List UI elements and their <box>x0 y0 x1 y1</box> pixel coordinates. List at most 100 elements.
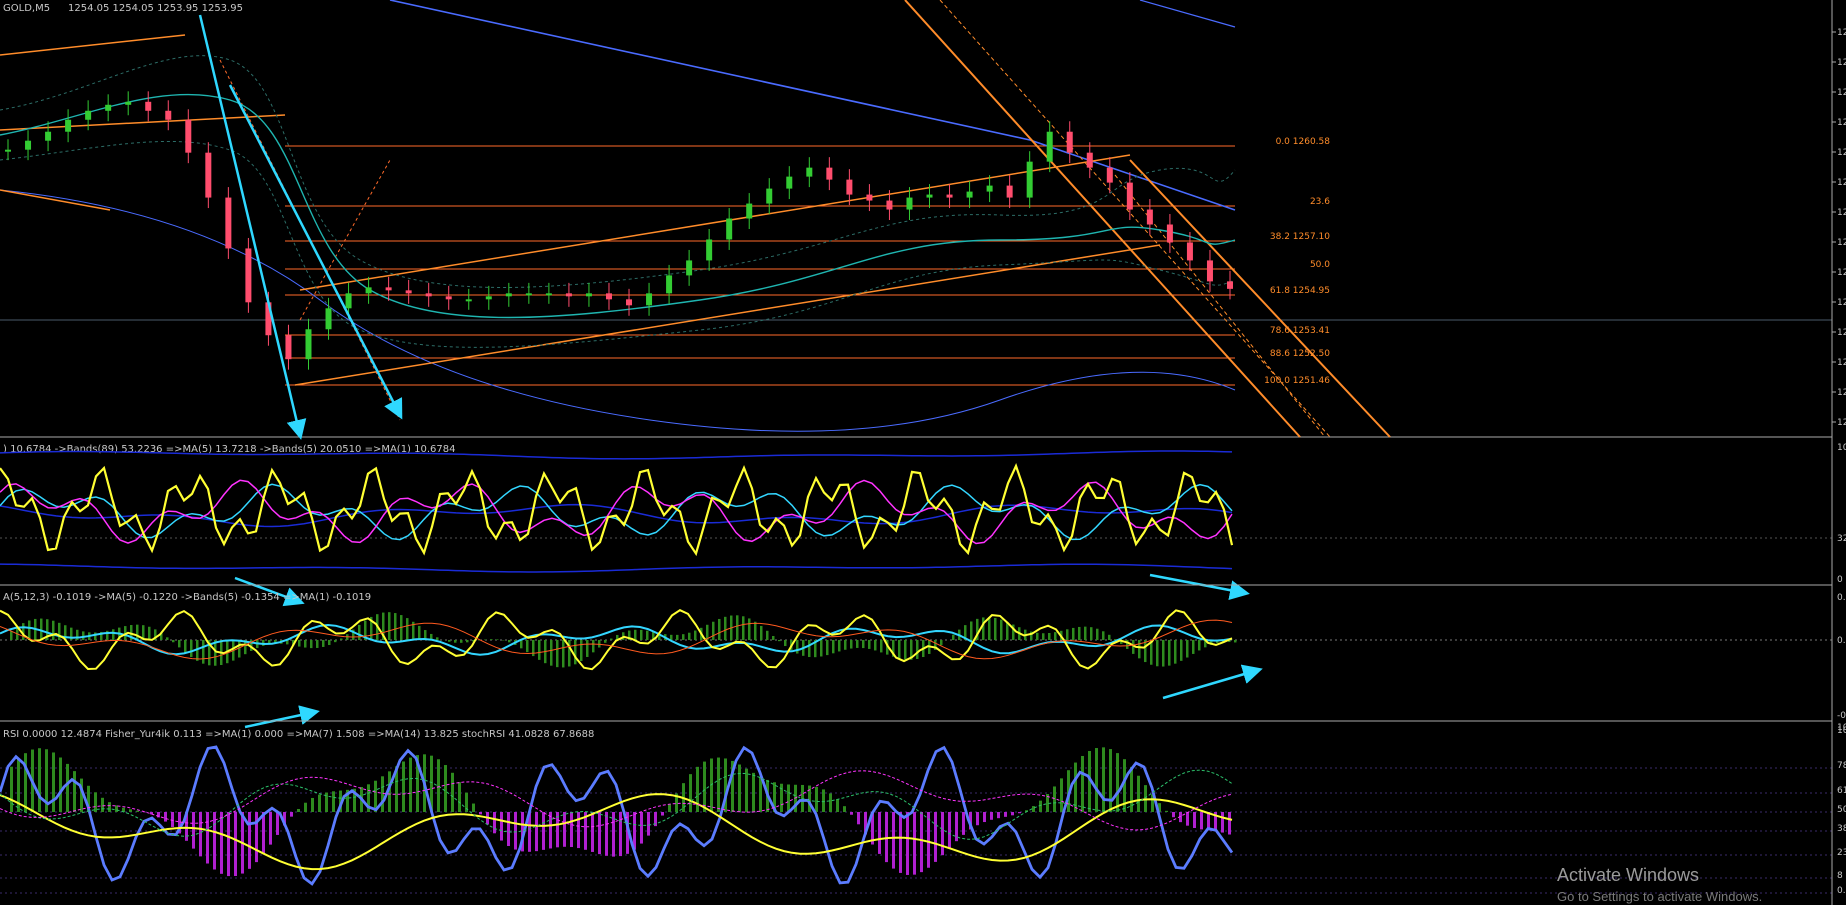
histogram-bar <box>856 640 859 648</box>
divergence-arrow[interactable] <box>1162 664 1263 700</box>
fisher-histogram-bar <box>647 812 650 836</box>
fisher-histogram-bar <box>1081 755 1084 812</box>
fisher-histogram-bar <box>171 812 174 827</box>
fisher-histogram-bar <box>458 782 461 812</box>
symbol-label: GOLD,M5 <box>3 3 50 14</box>
candle-body <box>85 110 92 120</box>
candle-body <box>545 293 552 296</box>
fisher-histogram-bar <box>269 812 272 845</box>
fisher-histogram-bar <box>234 812 237 877</box>
fisher-histogram-bar <box>920 812 923 873</box>
candle-body <box>806 167 813 177</box>
fisher-histogram-bar <box>1193 812 1196 828</box>
histogram-bar <box>136 624 139 640</box>
candle-body <box>525 293 532 296</box>
long-ma-line[interactable] <box>1139 0 1236 28</box>
trend-line[interactable] <box>0 189 111 211</box>
candle-body <box>706 239 713 261</box>
trend-line[interactable] <box>294 244 1161 386</box>
trend-line[interactable] <box>1114 174 1326 438</box>
fib-label: 61.8 1254.95 <box>1270 286 1330 296</box>
divergence-arrow[interactable] <box>244 705 320 729</box>
histogram-bar <box>526 640 529 653</box>
candle-body <box>105 104 112 111</box>
fisher-histogram-bar <box>1011 812 1014 816</box>
fisher-histogram-bar <box>1172 812 1175 818</box>
trend-line[interactable] <box>904 0 1301 438</box>
trend-line[interactable] <box>1129 159 1391 438</box>
fib-label: 23.6 <box>1310 197 1330 207</box>
fib-label: 0.0 1260.58 <box>1276 137 1331 147</box>
histogram-bar <box>178 640 181 648</box>
price-axis-label: 125 <box>1837 208 1846 218</box>
band-lower <box>0 140 1236 348</box>
trend-line[interactable] <box>0 34 186 56</box>
histogram-bar <box>988 617 991 640</box>
fisher-histogram-bar <box>108 802 111 812</box>
histogram-bar <box>316 640 319 648</box>
histogram-bar <box>1090 627 1093 640</box>
fisher-histogram-bar <box>892 812 895 869</box>
oscillator-panel[interactable]: ) 10.6784 ->Bands(89) 53.2236 =>MA(5) 13… <box>0 443 1846 586</box>
histogram-bar <box>148 626 151 640</box>
fisher-histogram-bar <box>1137 775 1140 812</box>
down-arrow[interactable] <box>198 14 307 440</box>
histogram-bar <box>880 640 883 653</box>
histogram-bar <box>310 640 313 649</box>
candle-body <box>1026 161 1033 198</box>
fisher-histogram-bar <box>668 804 671 812</box>
fisher-histogram-bar <box>843 806 846 812</box>
fisher-histogram-bar <box>381 776 384 812</box>
candle-body <box>185 119 192 153</box>
fisher-histogram-bar <box>976 812 979 826</box>
histogram-bar <box>778 640 781 642</box>
candle-body <box>666 275 673 294</box>
rsi-header: RSI 0.0000 12.4874 Fisher_Yur4ik 0.113 =… <box>3 729 594 740</box>
histogram-bar <box>52 620 55 640</box>
fisher-histogram-bar <box>59 757 62 812</box>
candle-body <box>205 152 212 198</box>
rsi-axis-label: 8 <box>1837 871 1843 881</box>
price-axis-label: 126 <box>1837 58 1846 68</box>
price-axis-label: 124 <box>1837 418 1846 428</box>
candle-body <box>305 329 312 360</box>
fisher-histogram-bar <box>542 812 545 850</box>
rsi-axis-label: 100 <box>1837 726 1846 736</box>
histogram-bar <box>166 637 169 640</box>
price-axis-label: 126 <box>1837 28 1846 38</box>
signal-line <box>0 479 1233 545</box>
histogram-bar <box>688 632 691 640</box>
trend-channels[interactable] <box>0 0 1391 438</box>
trend-line[interactable] <box>939 0 1331 438</box>
macd-panel[interactable]: A(5,12,3) -0.1019 ->MA(5) -0.1220 ->Band… <box>0 592 1846 722</box>
trend-line[interactable] <box>0 114 286 131</box>
annotation-arrows[interactable] <box>198 14 1263 729</box>
trading-chart[interactable]: 0.0 1260.58 23.6 38.2 1257.10 50.0 61.8 1254… <box>0 0 1846 905</box>
activate-windows-title: Activate Windows <box>1557 865 1699 885</box>
trend-line[interactable] <box>299 159 391 321</box>
fisher-histogram-bar <box>745 768 748 812</box>
price-axis-label: 126 <box>1837 118 1846 128</box>
divergence-arrow[interactable] <box>1149 573 1250 601</box>
histogram-bar <box>940 640 943 646</box>
activate-windows-subtitle: Go to Settings to activate Windows. <box>1557 889 1762 904</box>
fib-label: 38.2 1257.10 <box>1270 232 1330 242</box>
histogram-bar <box>784 640 787 647</box>
rsi-axis-label: 23.6 <box>1837 848 1846 858</box>
histogram-bar <box>580 640 583 662</box>
fisher-histogram-bar <box>570 812 573 848</box>
histogram-bar <box>10 631 13 640</box>
fisher-histogram-bar <box>38 748 41 812</box>
histogram-bar <box>562 640 565 668</box>
histogram-bar <box>28 620 31 640</box>
long-ma-line[interactable] <box>389 0 1031 141</box>
fib-label: 100.0 1251.46 <box>1264 376 1330 386</box>
histogram-bar <box>340 638 343 640</box>
candle-body <box>25 140 32 150</box>
fisher-histogram-bar <box>822 789 825 812</box>
histogram-bar <box>1054 632 1057 640</box>
price-panel[interactable]: 0.0 1260.58 23.6 38.2 1257.10 50.0 61.8 1254… <box>0 0 1846 729</box>
fisher-histogram-bar <box>311 797 314 812</box>
fisher-histogram-bar <box>227 812 230 877</box>
fisher-histogram-bar <box>941 812 944 856</box>
